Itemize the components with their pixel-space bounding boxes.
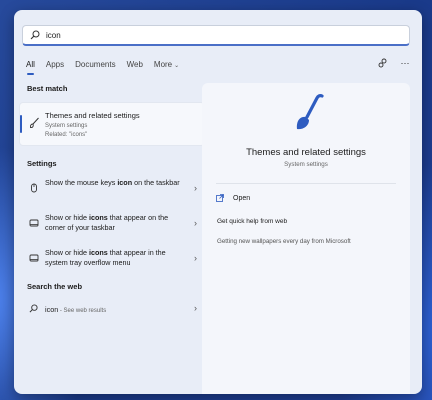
tab-more[interactable]: More ⌄ <box>154 59 179 71</box>
preview-pane: Themes and related settings System setti… <box>202 83 410 394</box>
search-panel: All Apps Documents Web More⌄ ⋯ Best matc… <box>14 10 422 394</box>
tab-documents-label: Documents <box>75 60 116 69</box>
preview-subtitle: System settings <box>284 161 328 168</box>
chevron-right-icon[interactable]: › <box>194 218 197 228</box>
open-external-icon <box>216 194 224 202</box>
settings-result-label: Show or hide icons that appear on the co… <box>45 213 185 233</box>
settings-result-mouse-keys[interactable]: Show the mouse keys icon on the taskbar … <box>19 172 205 205</box>
chevron-right-icon[interactable]: › <box>194 183 197 193</box>
settings-result-taskbar-corner[interactable]: Show or hide icons that appear on the co… <box>19 207 205 240</box>
label-highlight: icons <box>88 248 108 257</box>
selection-indicator <box>20 115 22 133</box>
web-suffix: - See web results <box>58 308 107 314</box>
best-match-title: Themes and related settings <box>45 111 140 120</box>
search-box[interactable] <box>22 25 410 46</box>
paintbrush-icon <box>29 117 39 128</box>
label-text: Show the mouse keys <box>45 178 118 187</box>
tab-all[interactable]: All <box>26 59 35 75</box>
tab-documents[interactable]: Documents <box>75 59 115 71</box>
tab-more-label: More <box>153 60 173 69</box>
search-icon <box>30 30 40 40</box>
tab-all-label: All <box>26 60 35 69</box>
label-text: Show or hide <box>45 213 89 222</box>
tab-web-label: Web <box>126 60 143 69</box>
tab-apps-label: Apps <box>45 60 65 69</box>
quick-help-heading: Get quick help from web <box>217 218 288 225</box>
more-options-icon[interactable]: ⋯ <box>398 56 412 70</box>
open-label: Open <box>233 194 251 202</box>
web-result-label: icon - See web results <box>45 305 106 314</box>
tab-apps[interactable]: Apps <box>46 59 64 71</box>
best-match-heading: Best match <box>27 84 68 93</box>
results-list: Best match Themes and related settings S… <box>19 83 205 319</box>
chevron-right-icon[interactable]: › <box>194 303 197 313</box>
web-result[interactable]: icon - See web results › <box>19 299 205 319</box>
search-input[interactable] <box>46 30 386 40</box>
settings-result-tray-overflow[interactable]: Show or hide icons that appear in the sy… <box>19 242 205 275</box>
paintbrush-icon <box>296 94 324 130</box>
preview-divider <box>216 183 396 184</box>
label-text: on the taskbar <box>132 178 180 187</box>
settings-result-label: Show the mouse keys icon on the taskbar <box>45 178 185 188</box>
taskbar-icon <box>29 254 39 262</box>
label-text: Show or hide <box>45 248 89 257</box>
best-match-related: Related: "icons" <box>45 132 88 138</box>
chevron-down-icon: ⌄ <box>174 63 180 69</box>
quick-help-link[interactable]: Getting new wallpapers every day from Mi… <box>217 238 351 245</box>
best-match-result[interactable]: Themes and related settings System setti… <box>19 102 205 146</box>
settings-result-label: Show or hide icons that appear in the sy… <box>45 248 185 268</box>
top-actions: ⋯ <box>376 56 412 70</box>
tab-web[interactable]: Web <box>127 59 143 71</box>
search-web-heading: Search the web <box>27 282 83 291</box>
settings-heading: Settings <box>27 159 57 168</box>
web-query: icon <box>45 305 59 314</box>
best-match-subtitle: System settings <box>45 123 88 129</box>
mouse-icon <box>31 183 37 193</box>
taskbar-icon <box>29 219 39 227</box>
label-highlight: icons <box>88 213 108 222</box>
label-highlight: icon <box>117 178 133 187</box>
filter-tabs: All Apps Documents Web More ⌄ <box>26 59 190 75</box>
open-action[interactable]: Open <box>216 194 250 202</box>
search-icon <box>29 304 38 313</box>
chevron-right-icon[interactable]: › <box>194 253 197 263</box>
preview-title: Themes and related settings <box>246 147 366 158</box>
share-icon[interactable] <box>376 56 390 70</box>
